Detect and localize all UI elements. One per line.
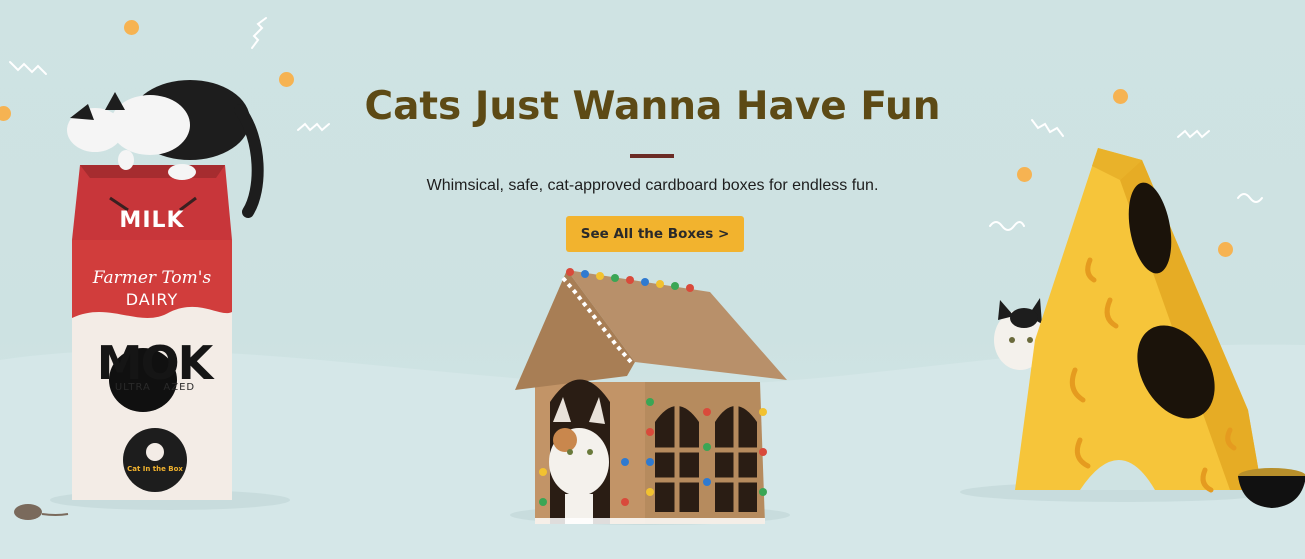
see-all-boxes-button[interactable]: See All the Boxes > bbox=[566, 216, 744, 252]
hero-title: Cats Just Wanna Have Fun bbox=[364, 84, 941, 129]
title-divider bbox=[630, 154, 674, 158]
milk-small-line: ULTRA AZED bbox=[114, 382, 196, 393]
cat-in-the-box-logo-text: Cat In the Box bbox=[127, 465, 183, 473]
hero-banner: MILK Farmer Tom's DAIRY MOK ULTRA AZED C… bbox=[0, 0, 1305, 559]
cheese-wedge-box bbox=[994, 148, 1305, 508]
milk-brand-line1: Farmer Tom's bbox=[92, 268, 212, 288]
milk-brand-line2: DAIRY bbox=[125, 290, 179, 309]
hero-subtitle: Whimsical, safe, cat-approved cardboard … bbox=[426, 177, 879, 194]
milk-label: MILK bbox=[119, 208, 185, 233]
gingerbread-house-box bbox=[515, 268, 787, 524]
